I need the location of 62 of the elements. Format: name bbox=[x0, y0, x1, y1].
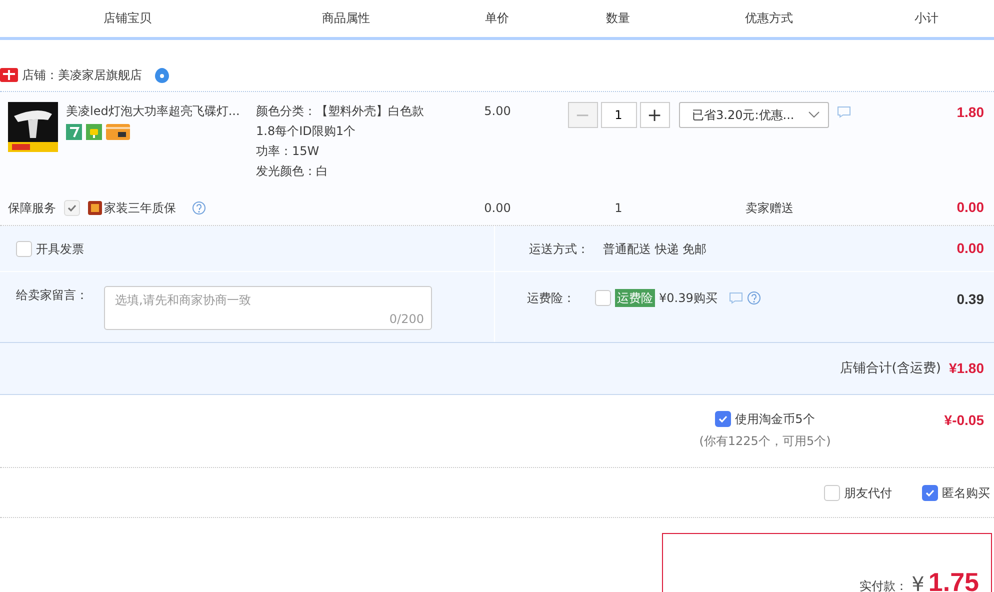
checkbox[interactable] bbox=[824, 484, 840, 500]
service-name: 家装三年质保 bbox=[104, 200, 176, 216]
total-label: 店铺合计(含运费) bbox=[840, 360, 941, 378]
column-header: 数量 bbox=[558, 0, 679, 37]
column-header: 优惠方式 bbox=[679, 0, 860, 37]
subtotal: 0.00 bbox=[956, 199, 984, 215]
column-header: 单价 bbox=[437, 0, 558, 37]
currency-symbol: ¥ bbox=[912, 573, 924, 592]
plus-button[interactable]: + bbox=[640, 102, 670, 128]
attribute-text: 1.8每个ID限购1个 bbox=[256, 123, 356, 140]
attribute-text: 功率：15W bbox=[256, 143, 320, 160]
check-icon bbox=[718, 414, 728, 424]
comment-icon[interactable] bbox=[837, 106, 851, 118]
shop-name[interactable]: 店铺：美凌家居旗舰店 bbox=[22, 66, 142, 84]
checkbox-label[interactable]: 匿名购买 bbox=[942, 484, 990, 502]
insurance-tag: 运费险 bbox=[615, 289, 655, 307]
checkbox-label[interactable]: 朋友代付 bbox=[844, 484, 892, 502]
insurance-label: 运费险： bbox=[526, 290, 575, 307]
column-header: 商品属性 bbox=[256, 0, 437, 37]
coin-note: (你有1225个，可用5个) bbox=[699, 433, 831, 450]
service-label: 保障服务 bbox=[8, 200, 56, 216]
shipping-fee: 0.00 bbox=[956, 239, 985, 258]
discount-text: 卖家赠送 bbox=[744, 200, 794, 216]
card-icon bbox=[106, 124, 130, 140]
field-label: 给卖家留言： bbox=[16, 287, 88, 304]
checkbox-label[interactable]: 开具发票 bbox=[36, 240, 84, 258]
check-icon bbox=[67, 202, 77, 212]
character-counter: 0/200 bbox=[389, 311, 424, 328]
checkbox[interactable] bbox=[595, 290, 611, 306]
coin-discount: ¥-0.05 bbox=[943, 411, 985, 430]
caret-icon bbox=[808, 111, 820, 119]
payment-amount: 1.75 bbox=[928, 569, 979, 592]
checkbox[interactable] bbox=[922, 484, 938, 500]
shop-total: ¥1.80 bbox=[948, 359, 985, 378]
insurance-offer: ¥0.39购买 bbox=[659, 290, 718, 307]
checkbox[interactable] bbox=[715, 411, 732, 427]
chat-icon[interactable] bbox=[154, 66, 170, 82]
attribute-text: 颜色分类：【塑料外壳】白色款 bbox=[256, 103, 425, 120]
help-icon[interactable] bbox=[747, 291, 762, 305]
seven-day-icon bbox=[66, 124, 82, 140]
product-title[interactable]: 美凌led灯泡大功率超亮飞碟灯... bbox=[66, 102, 240, 120]
attribute-text: 发光颜色：白 bbox=[256, 163, 329, 180]
comment-icon[interactable] bbox=[729, 292, 744, 304]
help-icon[interactable] bbox=[192, 200, 206, 214]
unit-price: 5.00 bbox=[483, 103, 512, 120]
checkbox-label[interactable]: 使用淘金币5个 bbox=[735, 410, 815, 428]
discount-dropdown[interactable]: 已省3.20元:优惠... bbox=[679, 102, 829, 128]
checkbox[interactable] bbox=[16, 240, 32, 256]
quantity-field[interactable]: 1 bbox=[600, 102, 636, 128]
subtotal: 1.80 bbox=[956, 104, 984, 120]
unit-price: 0.00 bbox=[483, 200, 512, 216]
shield-icon bbox=[88, 200, 102, 214]
shipping-label: 运送方式： bbox=[528, 240, 590, 258]
column-header: 小计 bbox=[860, 0, 994, 37]
payment-label: 实付款： bbox=[860, 578, 908, 592]
store-badge-icon bbox=[0, 68, 18, 82]
insurance-fee: 0.39 bbox=[956, 290, 985, 309]
plug-icon bbox=[86, 124, 102, 140]
shipping-method: 普通配送 快递 免邮 bbox=[603, 240, 708, 258]
check-icon bbox=[925, 488, 935, 498]
column-header: 店铺宝贝 bbox=[0, 0, 256, 37]
quantity-text: 1 bbox=[614, 200, 624, 216]
